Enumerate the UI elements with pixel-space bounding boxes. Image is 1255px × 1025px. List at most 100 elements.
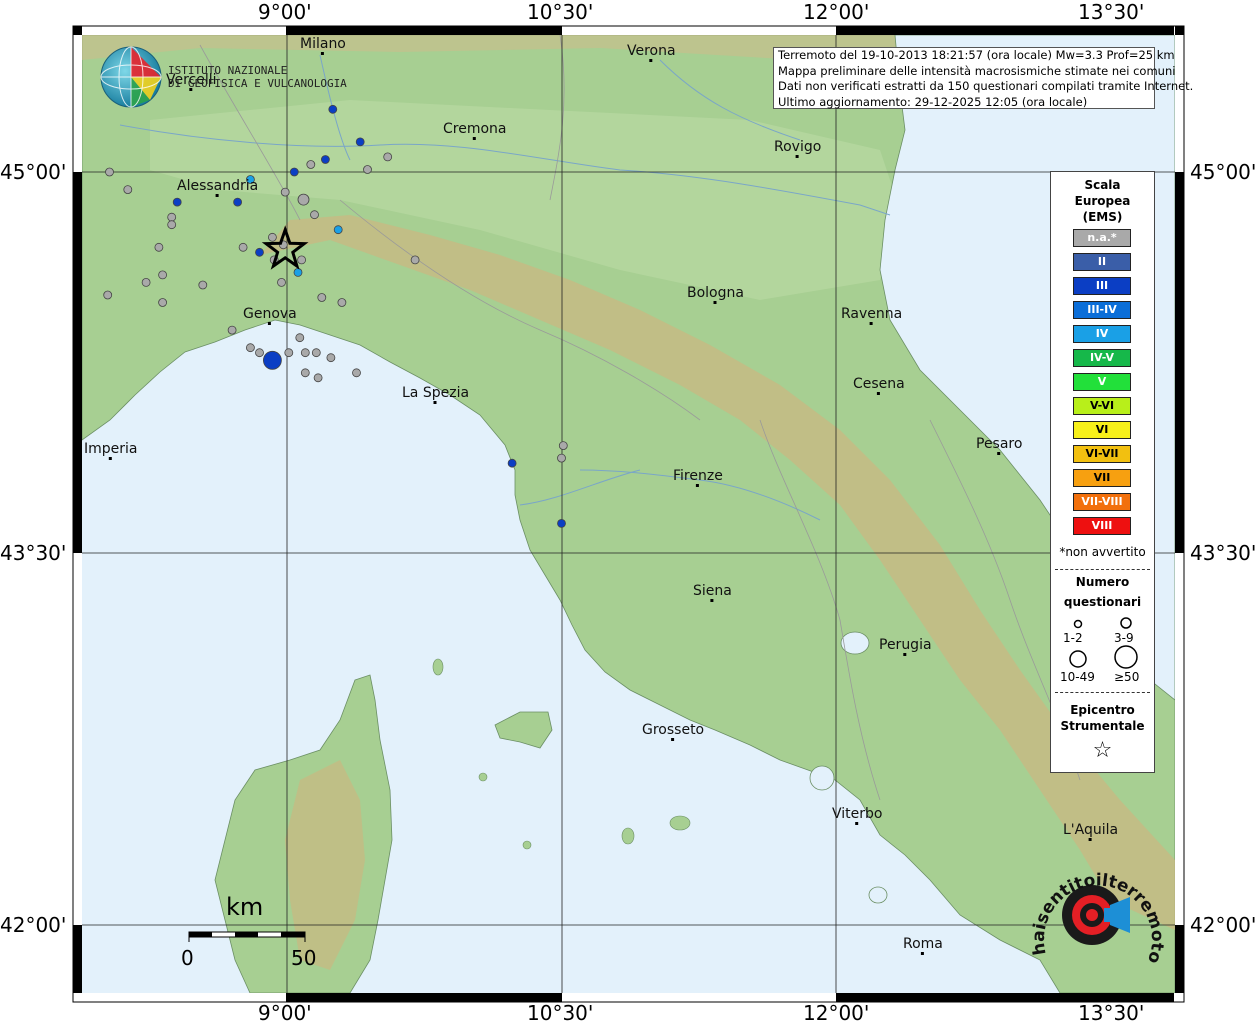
observation-point[interactable]	[383, 152, 393, 162]
city-marker	[903, 653, 907, 656]
legend-swatch: VIII	[1073, 517, 1131, 535]
observation-point[interactable]	[227, 325, 237, 335]
coord-bottom-2: 10°30'	[527, 1001, 594, 1025]
observation-point[interactable]	[167, 212, 177, 222]
ingv-line2: DI GEOFISICA E VULCANOLOGIA	[168, 77, 347, 90]
observation-point[interactable]	[267, 232, 277, 242]
ingv-line1: ISTITUTO NAZIONALE	[168, 64, 288, 77]
observation-point[interactable]	[158, 298, 168, 307]
observation-point[interactable]	[255, 247, 264, 257]
city-marker	[876, 392, 880, 395]
island-capraia	[432, 658, 444, 676]
observation-point[interactable]	[333, 225, 343, 235]
coord-bottom-1: 9°00'	[258, 1001, 312, 1025]
legend-title-1: Scala	[1084, 178, 1121, 192]
info-line-1: Terremoto del 19-10-2013 18:21:57 (ora l…	[778, 48, 1175, 62]
observation-point[interactable]	[277, 277, 286, 287]
city-label: L'Aquila	[1063, 822, 1119, 838]
observation-point[interactable]	[306, 160, 316, 169]
coord-right-3: 42°00'	[1190, 913, 1255, 937]
observation-point[interactable]	[320, 155, 330, 164]
observation-point[interactable]	[557, 519, 566, 528]
island-pianosa	[478, 772, 488, 782]
observation-point[interactable]	[179, 0, 187, 5]
legend-swatch: IV	[1073, 325, 1131, 343]
island-argentario	[669, 815, 691, 831]
legend-swatch: n.a.*	[1073, 229, 1131, 247]
observation-point[interactable]	[262, 350, 282, 370]
coord-bottom-3: 12°00'	[803, 1001, 870, 1025]
city-label: Roma	[903, 936, 943, 952]
observation-point[interactable]	[300, 368, 310, 378]
legend-epicenter-star-icon: ☆	[1092, 738, 1113, 763]
city-label: Cremona	[443, 121, 507, 137]
scale-start: 0	[181, 946, 194, 970]
legend-separator	[1055, 569, 1150, 570]
city-label: Grosseto	[642, 722, 705, 738]
city-marker	[855, 822, 859, 825]
observation-point[interactable]	[289, 167, 299, 177]
observation-point[interactable]	[313, 373, 323, 383]
observation-point[interactable]	[293, 267, 303, 277]
coord-bottom-4: 13°30'	[1078, 1001, 1145, 1025]
legend-swatch: II	[1073, 253, 1131, 271]
city-marker	[997, 452, 1001, 455]
observation-point[interactable]	[328, 104, 338, 114]
observation-point[interactable]	[295, 333, 305, 343]
observation-point[interactable]	[310, 210, 319, 220]
island-montecristo	[522, 840, 532, 850]
intensity-legend: Scala Europea (EMS) n.a.* II III III-IV IV IV…	[1050, 171, 1155, 773]
coord-top-2: 10°30'	[527, 0, 594, 24]
observation-point[interactable]	[167, 220, 177, 230]
observation-point[interactable]	[558, 441, 568, 451]
lake-bracciano	[868, 886, 888, 904]
observation-point[interactable]	[172, 197, 182, 207]
observation-point[interactable]	[238, 242, 248, 252]
legend-title-2: Europea	[1074, 194, 1131, 208]
city-marker	[671, 738, 675, 741]
observation-point[interactable]	[233, 197, 243, 207]
observation-point[interactable]	[105, 167, 114, 177]
observation-point[interactable]	[154, 242, 164, 252]
observation-point[interactable]	[507, 458, 517, 468]
city-marker	[920, 952, 924, 955]
haisentito-stamp-text: haisentitoilterremoto.it	[1030, 850, 1167, 966]
info-line-4: Ultimo aggiornamento: 29-12-2025 12:05 (…	[778, 94, 1088, 109]
observation-point[interactable]	[141, 277, 151, 287]
city-marker	[433, 401, 437, 404]
info-line-3: Dati non verificati estratti da 150 ques…	[778, 79, 1194, 93]
observation-point[interactable]	[158, 270, 168, 280]
city-label: Siena	[693, 583, 732, 599]
city-marker	[713, 301, 717, 304]
city-marker	[710, 599, 714, 602]
observation-point[interactable]	[326, 353, 336, 363]
observation-point[interactable]	[284, 348, 294, 358]
observation-point[interactable]	[300, 348, 310, 358]
coord-right-2: 43°30'	[1190, 541, 1255, 565]
observation-point[interactable]	[297, 255, 307, 265]
observation-point[interactable]	[311, 348, 321, 358]
observation-point[interactable]	[198, 280, 208, 290]
observation-point[interactable]	[245, 343, 255, 353]
observation-point[interactable]	[355, 137, 365, 147]
city-label: Viterbo	[832, 806, 883, 822]
observation-point[interactable]	[103, 290, 113, 300]
observation-point[interactable]	[317, 293, 327, 302]
observation-point[interactable]	[255, 348, 264, 358]
city-marker	[472, 137, 476, 140]
observation-point[interactable]	[337, 298, 347, 307]
observation-point[interactable]	[280, 187, 290, 197]
observation-point[interactable]	[123, 185, 133, 195]
observation-point[interactable]	[297, 193, 310, 206]
scale-end: 50	[291, 946, 317, 970]
observation-point[interactable]	[352, 368, 361, 378]
legend-swatch: VII	[1073, 469, 1131, 487]
observation-point[interactable]	[557, 453, 566, 463]
city-label: Rovigo	[774, 139, 822, 155]
legend-count-title-1: Numero	[1075, 575, 1130, 589]
legend-count-title-2: questionari	[1063, 595, 1142, 609]
city-marker	[795, 155, 799, 158]
observation-point[interactable]	[410, 255, 420, 265]
legend-swatch: IV-V	[1073, 349, 1131, 367]
observation-point[interactable]	[363, 165, 372, 174]
